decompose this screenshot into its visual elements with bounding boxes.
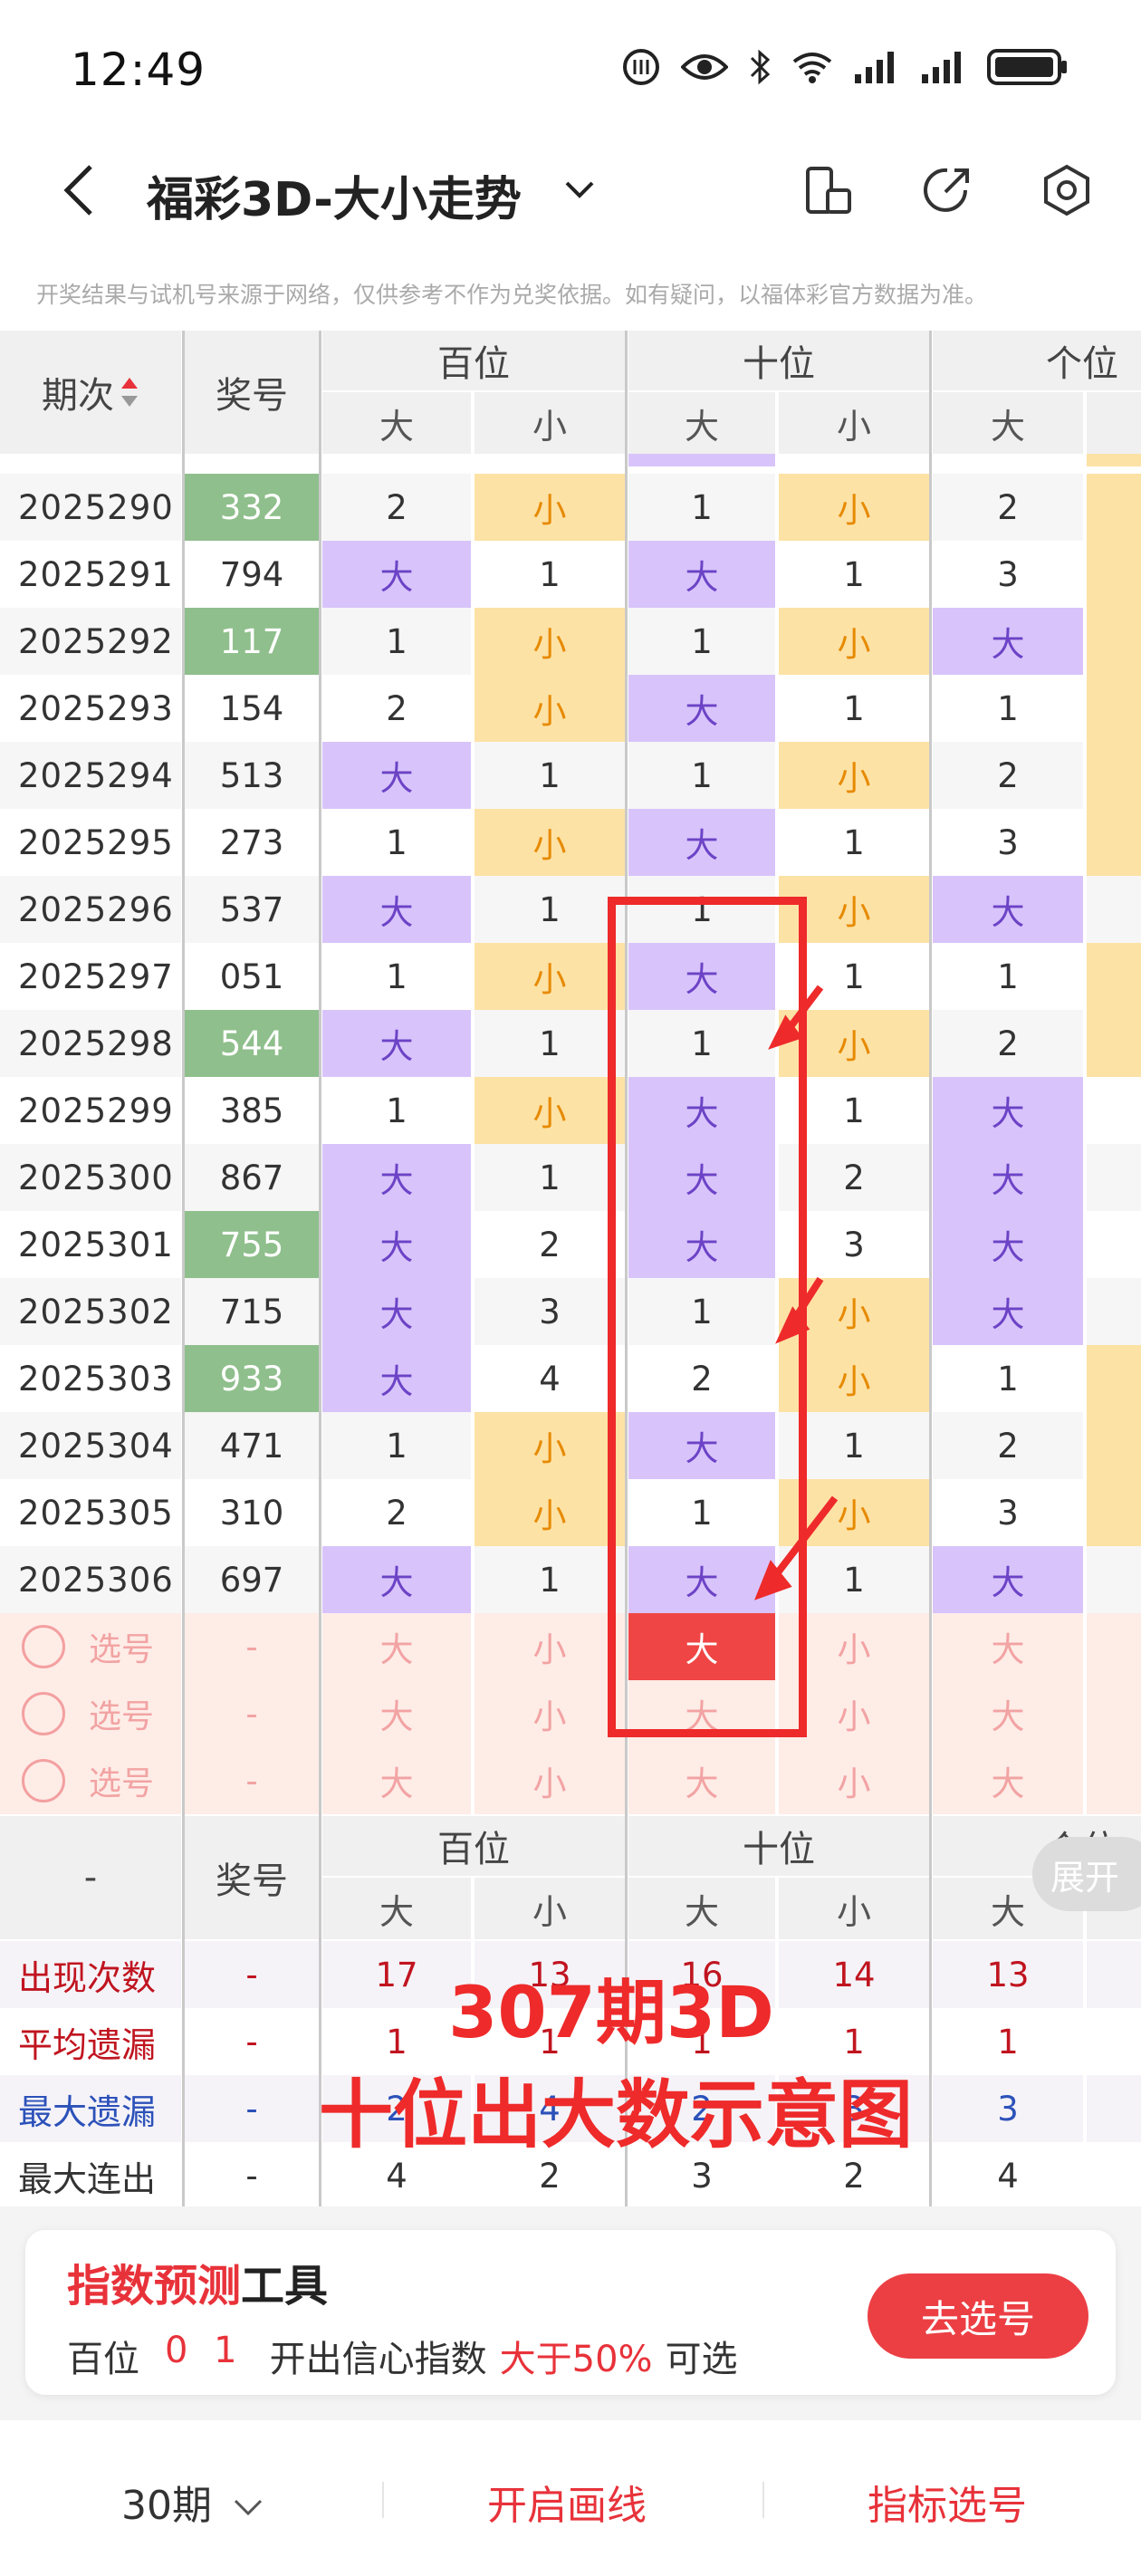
- chevron-down-icon: [234, 2499, 263, 2516]
- predict-suffix: 可选: [665, 2339, 738, 2380]
- predict-info: 百位 0 1 开出信心指数 大于50% 可选: [67, 2330, 738, 2382]
- bottom-bar: 30期 开启画线 指标选号: [0, 2427, 1141, 2576]
- metric-select-button[interactable]: 指标选号: [868, 2473, 1027, 2531]
- period-selector[interactable]: 30期: [121, 2473, 266, 2531]
- predict-position: 百位: [67, 2339, 139, 2380]
- divider: [762, 2482, 764, 2518]
- title-red: 指数预测: [67, 2261, 242, 2312]
- predict-card: 指数预测工具 百位 0 1 开出信心指数 大于50% 可选 去选号: [25, 2230, 1116, 2395]
- arrow-annotations: [753, 985, 839, 1600]
- title-black: 工具: [241, 2261, 329, 2312]
- arrow-icon: [775, 1306, 810, 1344]
- predict-text: 开出信心指数: [269, 2339, 487, 2380]
- predict-numbers: 0 1: [165, 2330, 244, 2371]
- overlay-line1: 307期3D: [448, 1973, 774, 2054]
- predict-card-title: 指数预测工具: [67, 2250, 328, 2313]
- period-label: 30期: [121, 2483, 212, 2529]
- predict-percent: 大于50%: [499, 2339, 653, 2380]
- divider: [382, 2482, 384, 2518]
- go-select-button[interactable]: 去选号: [868, 2273, 1088, 2359]
- draw-line-button[interactable]: 开启画线: [487, 2473, 647, 2531]
- overlay-line2: 十位出大数示意图: [318, 2072, 913, 2158]
